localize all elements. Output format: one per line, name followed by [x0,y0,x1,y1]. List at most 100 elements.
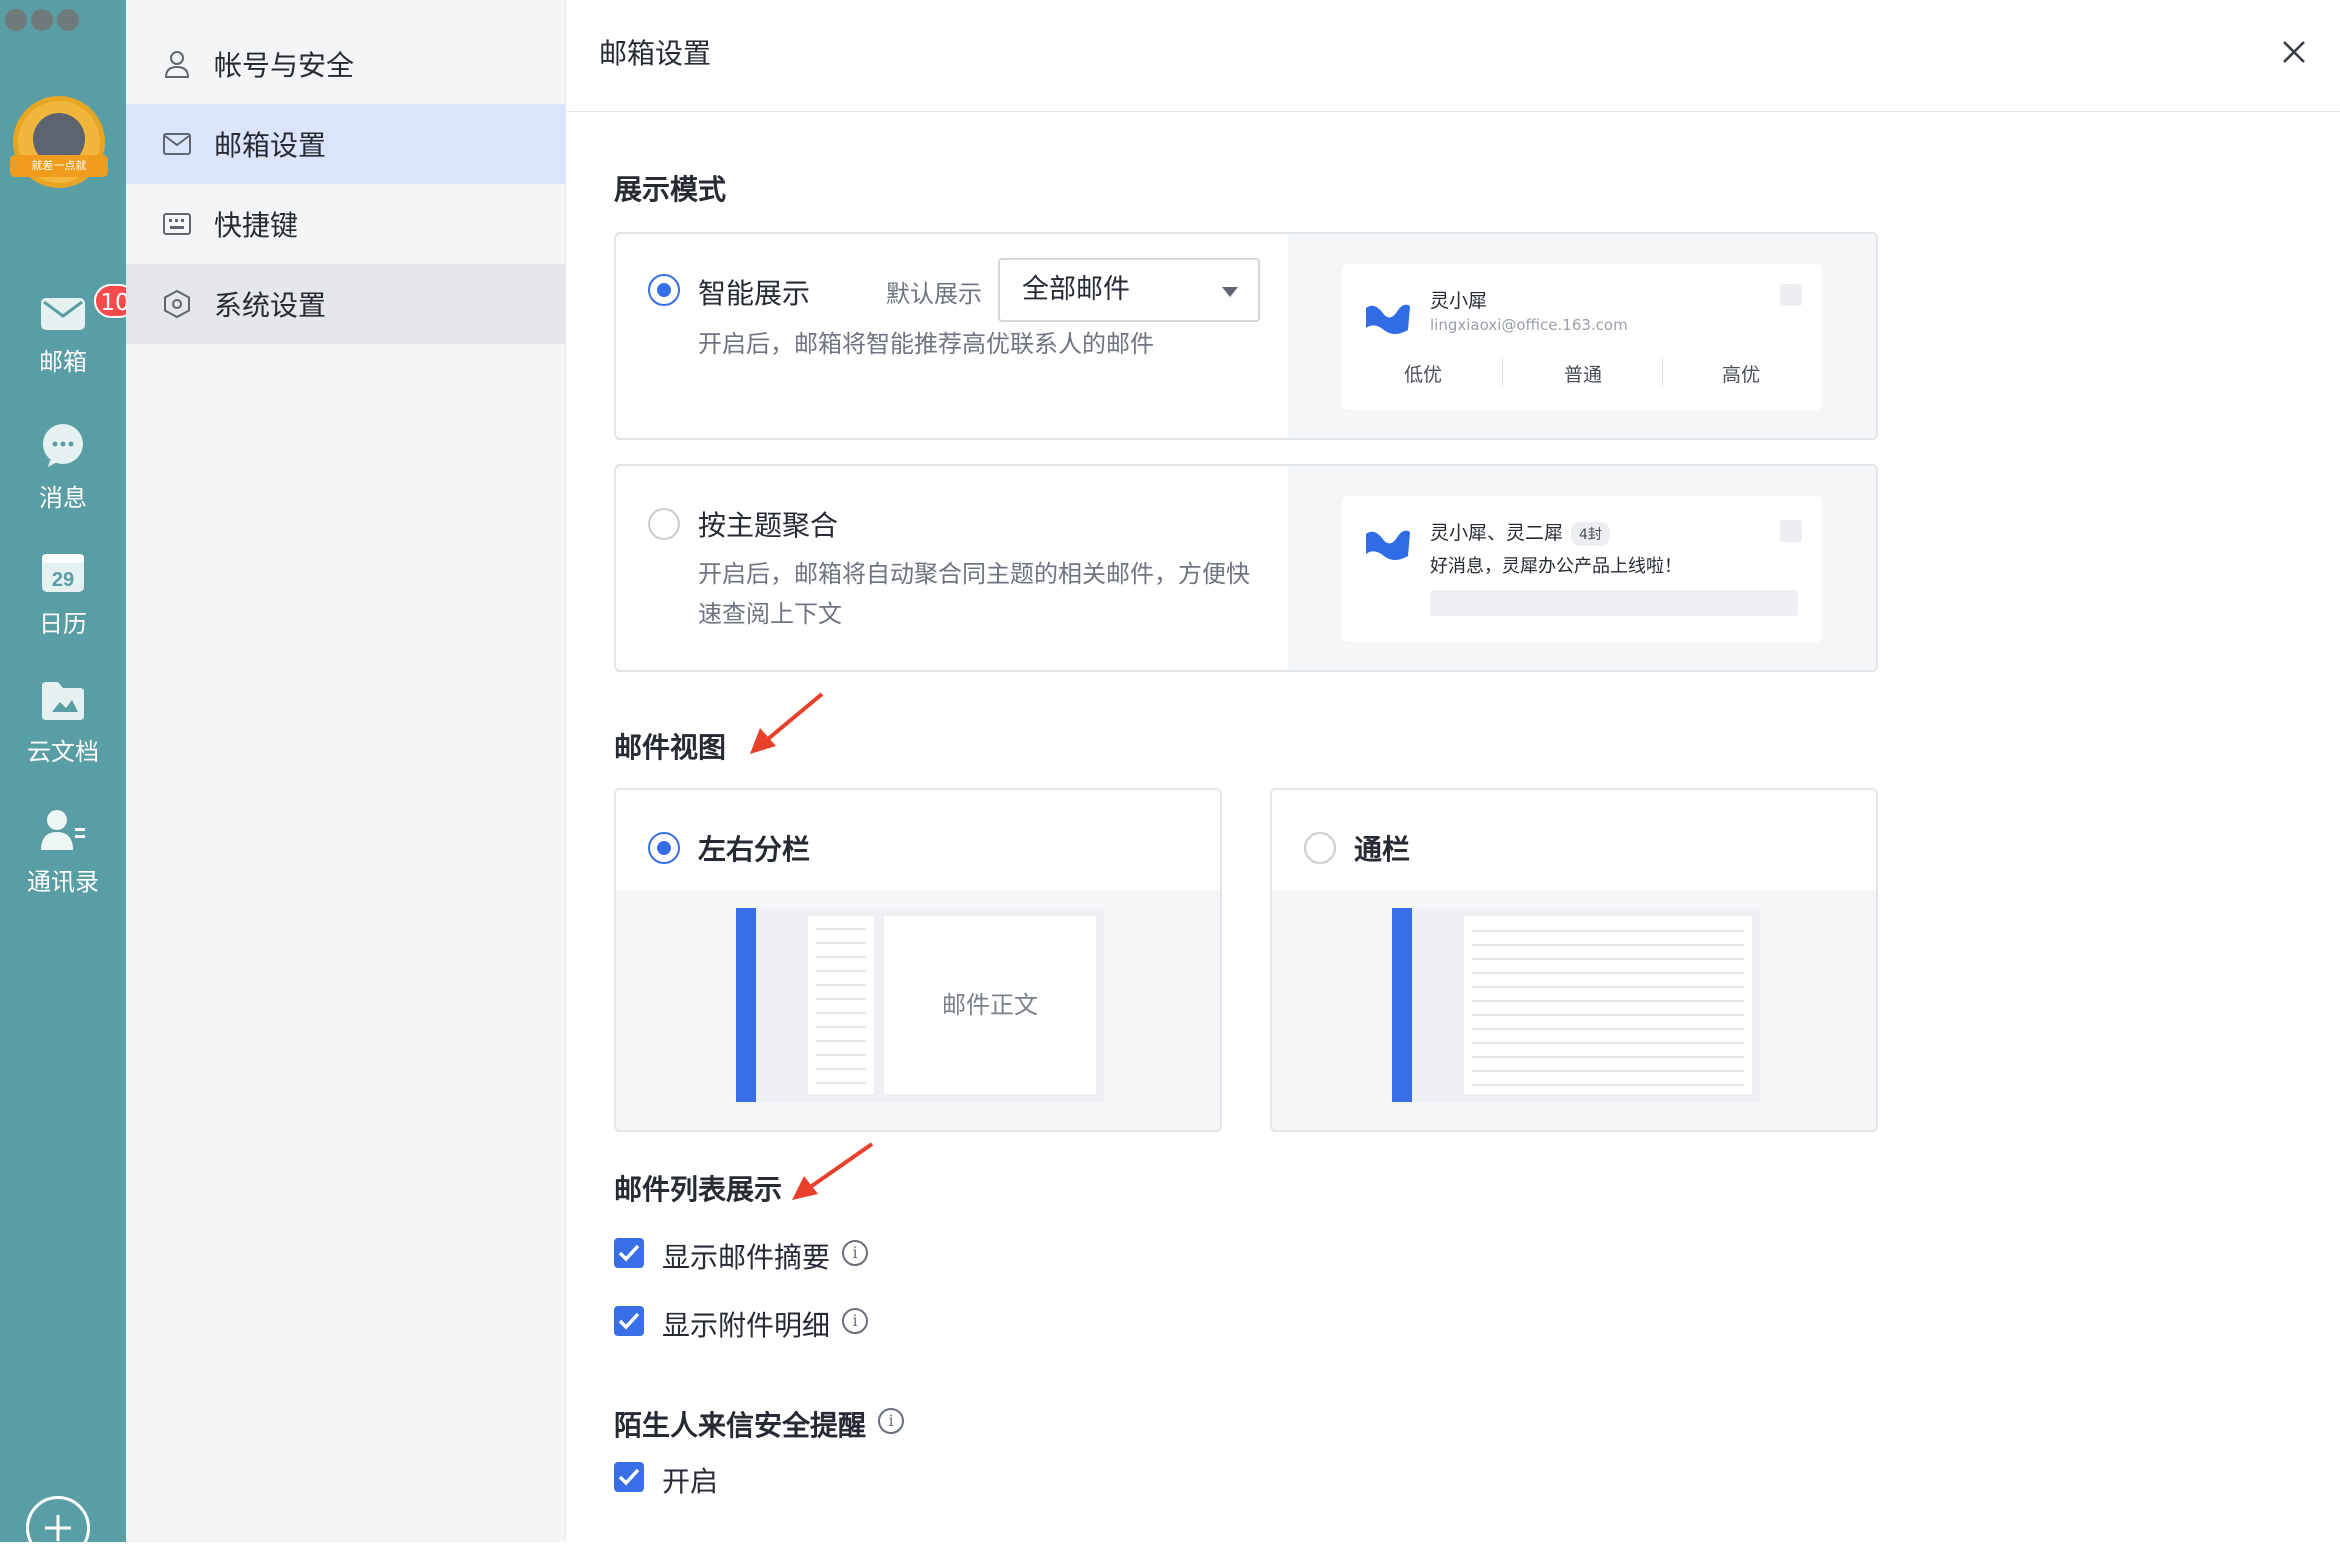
checkbox-show-summary[interactable] [614,1238,644,1268]
checkbox-show-attachments[interactable] [614,1306,644,1336]
mock-sidebar [1392,908,1412,1102]
rail-label-mail: 邮箱 [39,348,87,376]
default-display-select[interactable]: 全部邮件 [998,258,1260,322]
user-icon [164,51,190,78]
nav-label: 快捷键 [214,209,299,242]
option-card-smart[interactable]: 智能展示 默认展示 全部邮件 开启后，邮箱将智能推荐高优联系人的邮件 灵小犀 l… [614,232,1878,440]
thread-count-badge: 4封 [1571,522,1610,546]
nav-item-mailbox-settings[interactable]: 邮箱设置 [126,104,566,184]
view-card-full[interactable]: 通栏 [1270,788,1878,1132]
preview-checkbox [1780,520,1802,542]
folder-icon [42,682,84,720]
keyboard-icon [163,213,191,235]
close-icon[interactable] [2276,34,2312,70]
view-title-split: 左右分栏 [698,833,811,866]
add-button[interactable] [26,1496,90,1560]
hexagon-settings-icon [164,289,190,319]
check-icon [618,1244,640,1262]
nav-item-system-settings[interactable]: 系统设置 [126,264,566,344]
info-icon[interactable]: i [878,1408,904,1434]
mock-body-label: 邮件正文 [884,916,1096,1094]
check-icon [618,1312,640,1330]
window-zoom-dot[interactable] [57,9,79,31]
mock-list-panel [1464,916,1752,1094]
rail-label-messages: 消息 [39,484,87,512]
section-title-display-mode: 展示模式 [614,173,727,206]
full-mockup [1392,908,1760,1102]
nav-label: 帐号与安全 [214,49,355,82]
rail-label-calendar: 日历 [39,610,87,638]
preview-thread-subject: 好消息，灵犀办公产品上线啦！ [1430,556,1682,577]
radio-full[interactable] [1304,832,1336,864]
radio-split[interactable] [648,832,680,864]
header: 邮箱设置 [566,0,2340,112]
nav-item-account-security[interactable]: 帐号与安全 [126,24,566,104]
caret-down-icon [1222,287,1238,297]
radio-smart[interactable] [648,274,680,306]
svg-text:29: 29 [52,569,74,591]
preview-checkbox [1780,284,1802,306]
checkbox-label-show-attachments: 显示附件明细 [662,1309,831,1342]
rail-item-messages[interactable]: 消息 [0,424,126,513]
annotation-arrow [750,692,824,754]
contacts-icon [41,810,85,850]
option-title-thread: 按主题聚合 [698,509,839,542]
rail-item-mail[interactable]: 10 邮箱 [0,284,136,377]
select-value: 全部邮件 [1022,274,1130,305]
priority-low: 低优 [1403,364,1442,386]
nav-label: 系统设置 [214,289,327,322]
rail-item-docs[interactable]: 云文档 [0,680,126,767]
preview-email: lingxiaoxi@office.163.com [1430,316,1628,334]
priority-high: 高优 [1721,364,1760,386]
rail-item-contacts[interactable]: 通讯录 [0,808,126,897]
rail-label-docs: 云文档 [27,738,99,766]
priority-normal: 普通 [1563,364,1602,386]
preview-card-smart: 灵小犀 lingxiaoxi@office.163.com 低优 普通 高优 [1342,264,1822,410]
section-title-stranger-alert: 陌生人来信安全提醒 [614,1409,867,1442]
info-icon[interactable]: i [842,1308,868,1334]
priority-divider [1502,358,1503,386]
nav-item-shortcuts[interactable]: 快捷键 [126,184,566,264]
check-icon [618,1468,640,1486]
brand-logo-icon [1366,530,1410,560]
preview-area-thread: 灵小犀、灵二犀 4封 好消息，灵犀办公产品上线啦！ [1288,466,1876,670]
option-desc-smart: 开启后，邮箱将智能推荐高优联系人的邮件 [698,330,1154,358]
option-card-thread[interactable]: 按主题聚合 开启后，邮箱将自动聚合同主题的相关邮件，方便快 速查阅上下文 灵小犀… [614,464,1878,672]
plus-icon [45,1515,71,1541]
window-minimize-dot[interactable] [31,9,53,31]
preview-thread-names: 灵小犀、灵二犀 4封 [1430,518,1610,546]
preview-area-smart: 灵小犀 lingxiaoxi@office.163.com 低优 普通 高优 [1288,234,1876,438]
view-preview-split: 邮件正文 [616,890,1220,1130]
brand-logo-icon [1366,304,1410,334]
mail-icon [41,298,85,330]
settings-nav: 帐号与安全 邮箱设置 快捷键 系统设置 [126,0,566,1542]
option-desc-thread-line1: 开启后，邮箱将自动聚合同主题的相关邮件，方便快 [698,560,1250,588]
calendar-icon: 29 [42,554,84,592]
section-title-mail-view: 邮件视图 [614,731,727,764]
view-card-split[interactable]: 左右分栏 邮件正文 [614,788,1222,1132]
option-desc-thread-line2: 速查阅上下文 [698,600,842,628]
mail-icon [163,133,191,155]
checkbox-stranger-alert[interactable] [614,1462,644,1492]
view-title-full: 通栏 [1354,833,1411,866]
rail-item-calendar[interactable]: 29 日历 [0,550,126,639]
preview-placeholder-line [1430,590,1798,616]
page-title: 邮箱设置 [599,37,712,70]
default-display-label: 默认展示 [886,280,982,308]
nav-label: 邮箱设置 [214,129,327,162]
radio-thread[interactable] [648,508,680,540]
avatar-ribbon: 就差一点就 [10,155,108,177]
checkbox-label-stranger-alert: 开启 [662,1465,719,1498]
mock-list-panel [808,916,874,1094]
window-close-dot[interactable] [5,9,27,31]
section-title-list-display: 邮件列表展示 [614,1173,783,1206]
annotation-arrow [792,1142,874,1200]
info-icon[interactable]: i [842,1240,868,1266]
checkbox-label-show-summary: 显示邮件摘要 [662,1241,831,1274]
option-title-smart: 智能展示 [698,277,811,310]
preview-name: 灵小犀 [1430,290,1488,312]
mock-sidebar [736,908,756,1102]
app-rail: 就差一点就 10 邮箱 消息 29 日历 云文档 通讯录 [0,0,136,1560]
rail-label-contacts: 通讯录 [27,868,99,896]
avatar[interactable]: 就差一点就 [10,96,108,188]
